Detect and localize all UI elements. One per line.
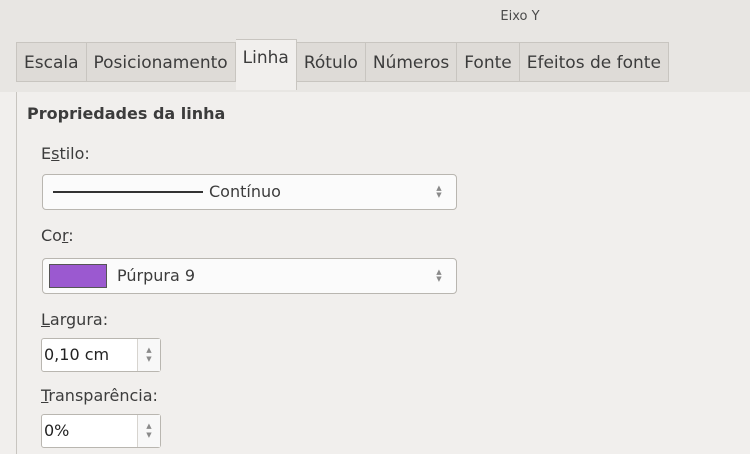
section-title: Propriedades da linha [27, 104, 226, 123]
tab-posicionamento[interactable]: Posicionamento [86, 42, 236, 82]
transparency-value: 0% [44, 421, 70, 440]
tab-escala[interactable]: Escala [16, 42, 87, 82]
tab-numeros[interactable]: Números [365, 42, 458, 82]
color-swatch [49, 264, 107, 288]
title-bar: Eixo Y [0, 0, 750, 34]
tab-rotulo[interactable]: Rótulo [296, 42, 366, 82]
style-dropdown[interactable]: Contínuo ▲ ▼ [42, 174, 457, 210]
style-label: Estilo: [41, 144, 90, 163]
width-spinbox[interactable]: 0,10 cm ▲ ▼ [41, 338, 161, 372]
color-value: Púrpura 9 [117, 266, 196, 285]
spin-buttons[interactable]: ▲ ▼ [137, 415, 160, 447]
tab-bar: Escala Posicionamento Linha Rótulo Númer… [0, 34, 750, 92]
spin-buttons[interactable]: ▲ ▼ [137, 339, 160, 371]
transparency-spinbox[interactable]: 0% ▲ ▼ [41, 414, 161, 448]
color-label: Cor: [41, 226, 74, 245]
tab-fonte[interactable]: Fonte [457, 42, 520, 82]
line-panel: Propriedades da linha Estilo: Contínuo ▲… [16, 92, 750, 454]
width-value: 0,10 cm [44, 345, 110, 364]
tab-linha[interactable]: Linha [235, 39, 297, 90]
width-label: Largura: [41, 310, 109, 329]
color-dropdown[interactable]: Púrpura 9 ▲ ▼ [42, 258, 457, 294]
chevron-updown-icon: ▲ ▼ [436, 268, 442, 283]
line-style-preview [53, 191, 203, 193]
transparency-label: Transparência: [41, 386, 158, 405]
style-value: Contínuo [209, 182, 281, 201]
tabs: Escala Posicionamento Linha Rótulo Númer… [16, 39, 669, 90]
chevron-updown-icon: ▲ ▼ [436, 184, 442, 199]
tab-efeitos-de-fonte[interactable]: Efeitos de fonte [519, 42, 669, 82]
window-title: Eixo Y [500, 9, 540, 24]
